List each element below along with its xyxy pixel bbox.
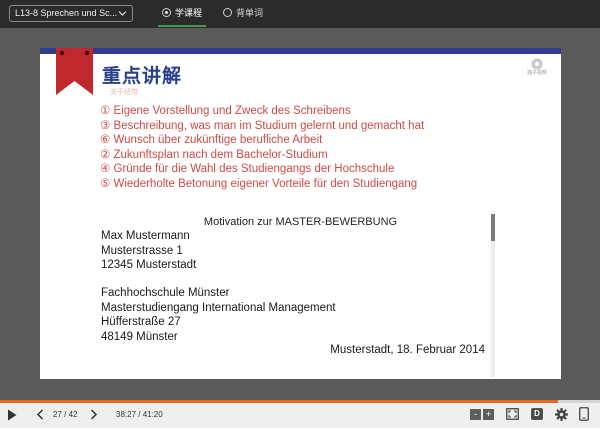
page-counter: 27 / 42 [53, 410, 78, 419]
d-button[interactable]: D [531, 408, 543, 420]
logo-text: 独子视频 [526, 70, 547, 76]
tab-vocabulary-label: 背单词 [236, 8, 264, 18]
sender-address: Max Mustermann Musterstrasse 1 12345 Mus… [101, 229, 481, 273]
letter-scrollbar[interactable] [491, 214, 495, 377]
radio-icon [162, 8, 171, 17]
tab-learn-course-label: 学课程 [175, 8, 203, 18]
zoom-controls: - + [470, 409, 495, 421]
address-line: Musterstrasse 1 [101, 244, 183, 257]
address-line: 12345 Musterstadt [101, 259, 197, 272]
tab-vocabulary[interactable]: 背单词 [223, 7, 263, 19]
progress-fill [0, 400, 558, 403]
prev-page-icon[interactable] [36, 409, 44, 420]
active-tab-indicator [158, 25, 206, 27]
list-item: ④ Gründe für die Wahl des Studiengangs d… [100, 163, 395, 176]
slide-top-line [40, 48, 561, 54]
zoom-in-button[interactable]: + [483, 409, 494, 420]
list-item: ③ Beschreibung, was man im Studium geler… [100, 119, 425, 132]
recipient-address: Fachhochschule Münster Masterstudiengang… [101, 286, 481, 344]
address-line: Max Mustermann [101, 230, 190, 242]
fullscreen-icon[interactable] [579, 407, 589, 421]
progress-bar[interactable] [0, 400, 600, 403]
address-line: Hüfferstraße 27 [101, 316, 181, 329]
list-item: ⑤ Wiederholte Betonung eigener Vorteile … [100, 177, 418, 190]
radio-icon [223, 8, 232, 17]
scrollbar-thumb[interactable] [491, 214, 495, 241]
slide-title: 重点讲解 [102, 66, 183, 87]
slide-subtitle: 关于纽带 [110, 89, 138, 96]
bookmark-ribbon-icon [56, 48, 93, 95]
list-item: ① Eigene Vorstellung und Zweck des Schre… [100, 105, 351, 117]
player-bar: 27 / 42 38:27 / 41:20 - + D [0, 400, 600, 428]
list-item: ⑥ Wunsch über zukünftige berufliche Arbe… [100, 134, 323, 147]
list-item: ② Zukunftsplan nach dem Bachelor-Studium [100, 148, 328, 161]
next-page-icon[interactable] [90, 409, 98, 420]
settings-icon[interactable] [555, 408, 568, 421]
zoom-out-button[interactable]: - [470, 409, 481, 420]
top-bar: L13-8 Sprechen und Sc... 学课程 背单词 [0, 0, 600, 28]
fit-screen-icon[interactable] [506, 408, 519, 420]
tab-learn-course[interactable]: 学课程 [162, 7, 202, 19]
play-icon[interactable] [7, 409, 17, 421]
letter-title: Motivation zur MASTER-BEWERBUNG [203, 216, 398, 228]
logo-mark-icon [531, 58, 543, 70]
course-select-value: L13-8 Sprechen und Sc... [15, 8, 118, 18]
time-counter: 38:27 / 41:20 [116, 410, 163, 419]
address-line: Fachhochschule Münster [101, 287, 230, 299]
slide-content: 独子视频 重点讲解 关于纽带 ① Eigene Vorstellung und … [40, 48, 561, 379]
key-points-list: ① Eigene Vorstellung und Zweck des Schre… [100, 104, 540, 192]
brand-logo: 独子视频 [524, 58, 550, 80]
course-select[interactable]: L13-8 Sprechen und Sc... [9, 5, 133, 22]
address-line: Masterstudiengang International Manageme… [101, 301, 336, 314]
chevron-down-icon [118, 11, 127, 16]
letter-date: Musterstadt, 18. Februar 2014 [330, 344, 485, 356]
